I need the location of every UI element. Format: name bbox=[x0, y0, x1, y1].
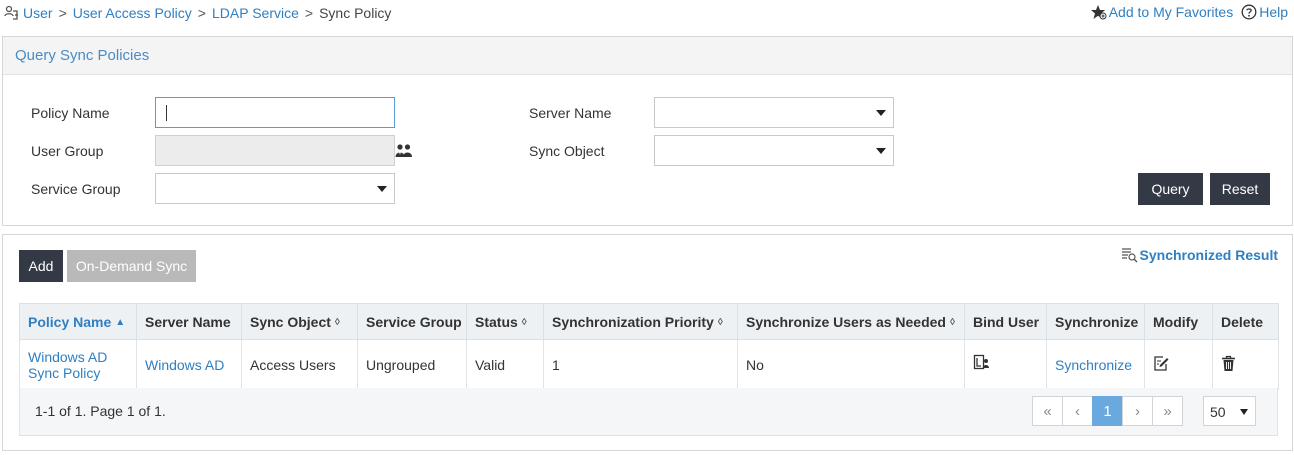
reset-button[interactable]: Reset bbox=[1210, 173, 1270, 205]
sort-icon: ◊ bbox=[334, 317, 340, 329]
server-name-select[interactable] bbox=[654, 97, 894, 128]
cell-bind-user bbox=[964, 339, 1047, 390]
breadcrumb-current: Sync Policy bbox=[319, 5, 392, 21]
service-group-select[interactable] bbox=[155, 173, 395, 204]
help-link[interactable]: Help bbox=[1241, 4, 1288, 20]
last-page-button[interactable]: » bbox=[1152, 396, 1183, 426]
add-to-favorites-link[interactable]: Add to My Favorites bbox=[1090, 4, 1234, 20]
table-row: Windows AD Sync Policy Windows AD Access… bbox=[19, 339, 1279, 390]
cell-status: Valid bbox=[466, 339, 544, 390]
chevron-down-icon bbox=[1240, 409, 1248, 415]
cell-sync-object: Access Users bbox=[241, 339, 358, 390]
policy-name-input[interactable] bbox=[155, 97, 395, 128]
breadcrumb-user-access-policy[interactable]: User Access Policy bbox=[73, 5, 192, 21]
add-button[interactable]: Add bbox=[19, 250, 63, 282]
sort-icon: ◊ bbox=[949, 317, 955, 329]
header-links: Add to My Favorites Help bbox=[1090, 4, 1288, 20]
first-page-button[interactable]: « bbox=[1032, 396, 1063, 426]
policy-name-label: Policy Name bbox=[31, 105, 110, 121]
column-header-synchronize: Synchronize bbox=[1046, 303, 1145, 340]
star-icon bbox=[1090, 5, 1107, 20]
query-panel: Query Sync Policies Policy Name User Gro… bbox=[2, 36, 1293, 226]
edit-icon[interactable] bbox=[1153, 355, 1170, 372]
breadcrumb: User > User Access Policy > LDAP Service… bbox=[4, 5, 391, 21]
query-panel-title: Query Sync Policies bbox=[3, 37, 1292, 75]
query-button[interactable]: Query bbox=[1138, 173, 1203, 205]
server-name-link[interactable]: Windows AD bbox=[145, 357, 224, 373]
pagination-bar: 1-1 of 1. Page 1 of 1. « ‹ 1 › » 50 bbox=[19, 388, 1278, 436]
pagination-info: 1-1 of 1. Page 1 of 1. bbox=[35, 403, 166, 419]
question-circle-icon bbox=[1241, 4, 1257, 20]
synchronize-link[interactable]: Synchronize bbox=[1055, 357, 1132, 373]
list-panel: Add On-Demand Sync Synchronized Result P… bbox=[2, 234, 1293, 451]
table-header-row: Policy Name ▲ Server Name Sync Object ◊ Se… bbox=[19, 303, 1279, 340]
cell-synchronize: Synchronize bbox=[1046, 339, 1145, 390]
user-tree-icon bbox=[4, 5, 18, 20]
users-icon[interactable] bbox=[395, 143, 413, 159]
list-search-icon bbox=[1121, 248, 1138, 263]
page-1-button[interactable]: 1 bbox=[1092, 396, 1123, 426]
chevron-down-icon bbox=[876, 148, 886, 154]
page-size-value: 50 bbox=[1210, 404, 1226, 420]
top-bar: User > User Access Policy > LDAP Service… bbox=[0, 0, 1294, 28]
breadcrumb-ldap-service[interactable]: LDAP Service bbox=[212, 5, 299, 21]
pagination-controls: « ‹ 1 › » bbox=[1032, 396, 1183, 426]
text-cursor bbox=[166, 105, 167, 121]
sync-object-select[interactable] bbox=[654, 135, 894, 166]
sync-policy-table: Policy Name ▲ Server Name Sync Object ◊ Se… bbox=[19, 303, 1279, 390]
sort-icon: ◊ bbox=[521, 317, 527, 329]
cell-server-name: Windows AD bbox=[136, 339, 242, 390]
service-group-label: Service Group bbox=[31, 181, 121, 197]
synchronized-result-link[interactable]: Synchronized Result bbox=[1121, 247, 1278, 263]
column-header-sync-as-needed[interactable]: Synchronize Users as Needed ◊ bbox=[737, 303, 965, 340]
help-label: Help bbox=[1259, 4, 1288, 20]
favorites-label: Add to My Favorites bbox=[1108, 4, 1234, 20]
column-header-sync-priority[interactable]: Synchronization Priority ◊ bbox=[543, 303, 738, 340]
chevron-down-icon bbox=[377, 186, 387, 192]
column-header-status[interactable]: Status ◊ bbox=[466, 303, 544, 340]
column-header-delete: Delete bbox=[1212, 303, 1279, 340]
cell-priority: 1 bbox=[543, 339, 738, 390]
user-group-field bbox=[155, 135, 395, 166]
column-header-bind-user: Bind User bbox=[964, 303, 1047, 340]
column-header-sync-object[interactable]: Sync Object ◊ bbox=[241, 303, 358, 340]
cell-sync-as-needed: No bbox=[737, 339, 965, 390]
policy-name-link[interactable]: Windows AD Sync Policy bbox=[28, 349, 107, 381]
synchronized-result-label: Synchronized Result bbox=[1139, 247, 1278, 263]
sort-ascending-icon: ▲ bbox=[115, 317, 126, 329]
cell-delete bbox=[1212, 339, 1279, 390]
user-group-label: User Group bbox=[31, 143, 104, 159]
breadcrumb-separator: > bbox=[304, 5, 314, 21]
trash-icon[interactable] bbox=[1221, 355, 1236, 372]
page-size-select[interactable]: 50 bbox=[1203, 396, 1256, 426]
breadcrumb-user[interactable]: User bbox=[23, 5, 53, 21]
chevron-down-icon bbox=[876, 110, 886, 116]
on-demand-sync-button[interactable]: On-Demand Sync bbox=[67, 250, 196, 282]
server-name-label: Server Name bbox=[529, 105, 612, 121]
column-header-policy-name[interactable]: Policy Name ▲ bbox=[19, 303, 137, 340]
cell-service-group: Ungrouped bbox=[357, 339, 467, 390]
column-header-server-name: Server Name bbox=[136, 303, 242, 340]
next-page-button[interactable]: › bbox=[1122, 396, 1153, 426]
breadcrumb-separator: > bbox=[58, 5, 67, 21]
cell-policy-name: Windows AD Sync Policy bbox=[19, 339, 137, 390]
previous-page-button[interactable]: ‹ bbox=[1062, 396, 1093, 426]
sort-icon: ◊ bbox=[717, 317, 723, 329]
breadcrumb-separator: > bbox=[197, 5, 206, 21]
column-header-modify: Modify bbox=[1144, 303, 1213, 340]
cell-modify bbox=[1144, 339, 1213, 390]
sync-object-label: Sync Object bbox=[529, 143, 605, 159]
bind-user-icon[interactable] bbox=[973, 354, 991, 372]
column-header-service-group: Service Group bbox=[357, 303, 467, 340]
